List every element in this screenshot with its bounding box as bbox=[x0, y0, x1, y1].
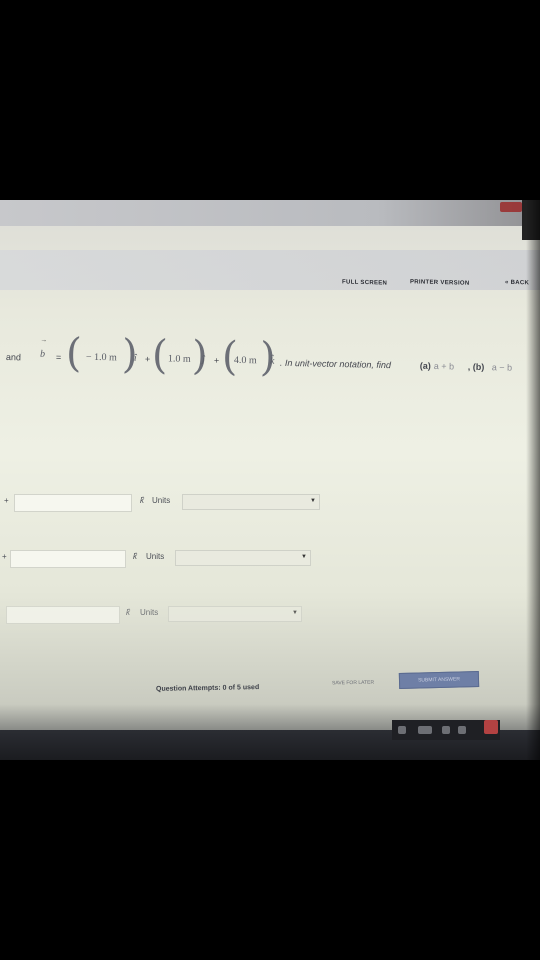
browser-top-strip bbox=[0, 200, 540, 226]
save-for-later-link[interactable]: SAVE FOR LATER bbox=[332, 680, 374, 687]
units-label: Units bbox=[140, 608, 159, 617]
k-hat-label: k̂ bbox=[140, 496, 144, 505]
part-b-label: , (b) bbox=[467, 361, 485, 373]
browser-close-icon[interactable] bbox=[500, 202, 522, 212]
units-label: Units bbox=[146, 552, 165, 561]
notification-icon[interactable] bbox=[484, 720, 498, 734]
left-paren-icon: ( bbox=[65, 330, 83, 377]
vector-arrow-icon: → bbox=[40, 336, 48, 344]
left-paren-icon: ( bbox=[151, 332, 169, 379]
k-component-input[interactable] bbox=[6, 606, 120, 624]
question-statement: and → b = ( − 1.0 m ) î + ( 1.0 m ) ĵ + … bbox=[3, 330, 540, 391]
k-coefficient: 4.0 m bbox=[233, 354, 257, 367]
units-label: Units bbox=[152, 496, 171, 505]
row-prefix: + bbox=[4, 496, 9, 505]
plus-sign: + bbox=[213, 355, 220, 366]
chevron-down-icon: ▼ bbox=[301, 554, 307, 560]
tray-icon[interactable] bbox=[398, 726, 406, 734]
screen-edge-shadow bbox=[526, 200, 540, 760]
k-hat-label: k̂ bbox=[126, 608, 130, 617]
part-b-expression: a − b bbox=[491, 362, 513, 373]
equals-sign: = bbox=[55, 352, 62, 363]
units-select[interactable]: ▼ bbox=[175, 550, 311, 566]
k-component-input[interactable] bbox=[14, 494, 132, 512]
part-a-expression: a + b bbox=[433, 361, 455, 372]
instruction-text: . In unit-vector notation, find bbox=[279, 357, 392, 371]
and-text: and bbox=[5, 352, 22, 363]
units-select[interactable]: ▼ bbox=[182, 494, 320, 510]
units-select[interactable]: ▼ bbox=[168, 606, 302, 622]
question-attempts-text: Question Attempts: 0 of 5 used bbox=[155, 684, 260, 693]
k-hat: k̂ bbox=[269, 355, 275, 367]
chevron-down-icon: ▼ bbox=[310, 498, 316, 504]
row-prefix: + bbox=[2, 552, 7, 561]
answer-row-2: + k̂ Units ▼ bbox=[0, 550, 540, 568]
j-coefficient: 1.0 m bbox=[167, 353, 191, 365]
submit-answer-button[interactable]: SUBMIT ANSWER bbox=[398, 670, 480, 690]
i-coefficient: − 1.0 m bbox=[85, 351, 118, 364]
k-hat-label: k̂ bbox=[133, 552, 137, 561]
chevron-down-icon: ▼ bbox=[292, 610, 298, 616]
k-component-input[interactable] bbox=[10, 550, 126, 568]
tray-icon[interactable] bbox=[458, 726, 466, 734]
j-hat: ĵ bbox=[201, 354, 205, 366]
tray-icon[interactable] bbox=[418, 726, 432, 734]
answer-row-1: + k̂ Units ▼ bbox=[0, 494, 540, 512]
vector-b-symbol: b bbox=[39, 348, 46, 360]
tray-icon[interactable] bbox=[442, 726, 450, 734]
plus-sign: + bbox=[144, 353, 151, 365]
i-hat: î bbox=[133, 352, 137, 364]
full-screen-link[interactable]: FULL SCREEN bbox=[342, 279, 387, 286]
screen-photo: FULL SCREEN PRINTER VERSION « BACK and →… bbox=[0, 200, 540, 760]
right-paren-icon: ) bbox=[191, 332, 209, 380]
answer-row-3: k̂ Units ▼ bbox=[0, 606, 540, 624]
part-a-label: (a) bbox=[419, 360, 431, 371]
